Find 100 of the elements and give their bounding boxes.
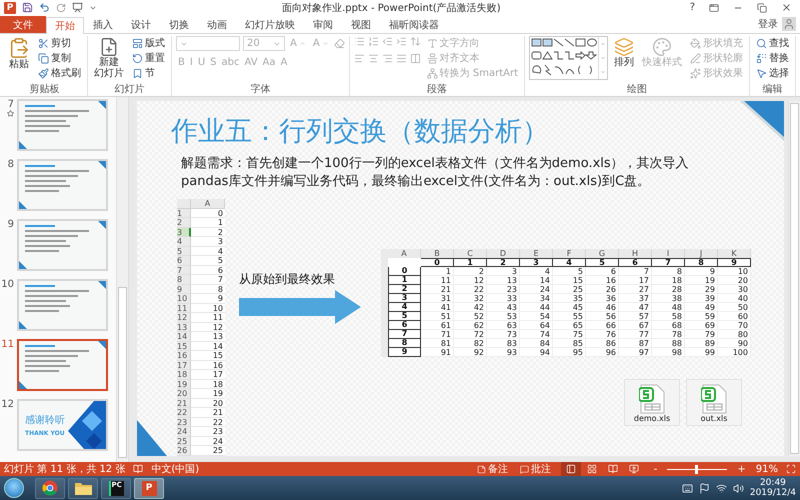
paint-bucket-icon (690, 38, 701, 48)
table-cell: 3 (191, 237, 225, 246)
ribbon-button[interactable]: 复制 (36, 51, 83, 65)
row-header[interactable]: 12 (177, 313, 191, 322)
table-cell: 31 (421, 294, 454, 303)
ribbon-tab[interactable]: 文件 (0, 16, 46, 33)
table-cell: 9 (191, 294, 225, 304)
table-cell: 91 (421, 348, 454, 357)
keyboard-icon (682, 482, 693, 494)
table-header-cell: 8 (685, 258, 718, 267)
row-header[interactable]: 6 (177, 256, 191, 266)
restore-icon (757, 2, 767, 12)
row-header[interactable]: 14 (177, 332, 191, 342)
sparkles-icon (690, 68, 701, 78)
table-cell: 94 (520, 348, 553, 357)
slide-count: 幻灯片 第 11 张，共 12 张 (4, 462, 126, 476)
table-cell: 44 (520, 303, 553, 312)
pen-icon (690, 52, 701, 64)
ribbon-button[interactable]: 查找 (754, 36, 791, 50)
notes-button[interactable]: 备注 (474, 462, 510, 476)
zoom-slider-thumb[interactable] (695, 464, 698, 474)
row-header[interactable]: 22 (177, 408, 191, 418)
table-cell: 46 (586, 303, 619, 312)
sign-in-link[interactable]: 登录 (758, 17, 778, 31)
ribbon-button[interactable]: 格式刷 (36, 66, 83, 80)
save-icon[interactable] (22, 2, 33, 13)
file-item[interactable]: out.xls (686, 379, 742, 426)
group-label: 段落 (426, 84, 448, 96)
help-button[interactable]: ? (686, 0, 699, 14)
comments-button[interactable]: 批注 (518, 462, 553, 476)
scrollbar[interactable] (788, 101, 800, 456)
task-description: 解题需求：首先创建一个100行一列的excel表格文件（文件名为demo.xls），其次导入pandas库文件并编写业务代码，最终输出excel文件(文件名为：out.xls)到C盘。 (181, 155, 690, 191)
row-header[interactable]: 26 (177, 446, 191, 456)
scissors-icon (38, 38, 49, 48)
table-cell: 8 (652, 267, 685, 276)
row-header[interactable]: 2 (177, 218, 191, 228)
column-header: D (487, 249, 520, 258)
ribbon-button[interactable]: 节 (130, 66, 167, 80)
arrange-button[interactable]: 排列 (612, 36, 636, 84)
taskbar-button[interactable] (68, 478, 98, 498)
table-cell: 21 (421, 285, 454, 294)
ribbon-tab[interactable]: 开始 (46, 17, 84, 34)
scroll-up-icon (600, 41, 606, 47)
table-header-cell: 6 (619, 258, 652, 267)
new-slide-button[interactable]: 新建 幻灯片 (92, 36, 126, 84)
column-header: G (586, 249, 619, 258)
row-header[interactable]: 10 (177, 294, 191, 304)
row-label-cell: 0 (388, 267, 421, 276)
ribbon-button[interactable]: 重置 (130, 51, 167, 65)
table-cell: 68 (652, 321, 685, 330)
scrollbar[interactable] (116, 97, 128, 462)
table-cell: 92 (454, 348, 487, 357)
folder-icon (74, 481, 92, 495)
zoom-in-button[interactable]: + (735, 462, 748, 476)
spreadsheet-file-icon (701, 384, 727, 414)
table-cell: 47 (619, 303, 652, 312)
table-cell: 1 (421, 267, 454, 276)
table-cell: 85 (553, 339, 586, 348)
row-header[interactable]: 16 (177, 351, 191, 360)
reading-view-icon (608, 464, 618, 474)
shape-gallery[interactable] (529, 36, 608, 80)
spreadsheet-file-icon (639, 384, 665, 414)
indent-decrease-icon (382, 36, 393, 47)
table-cell: 69 (685, 321, 718, 330)
copy-icon (38, 52, 49, 64)
table-cell: 43 (487, 303, 520, 312)
row-header[interactable]: 18 (177, 370, 191, 380)
zoom-out-button[interactable]: - (652, 462, 660, 476)
row-header[interactable]: 4 (177, 237, 191, 246)
ribbon-button[interactable]: 选择 (754, 66, 791, 80)
row-header[interactable]: 20 (177, 389, 191, 398)
column-header: K (718, 249, 751, 258)
table-header-cell: 7 (652, 258, 685, 267)
view-button[interactable] (560, 462, 581, 476)
table-cell: 22 (454, 285, 487, 294)
ribbon-button[interactable]: 剪切 (36, 36, 83, 50)
row-header[interactable]: 8 (177, 275, 191, 284)
start-button[interactable] (4, 478, 24, 498)
ribbon-button[interactable]: 版式 (130, 36, 167, 50)
table-cell: 51 (421, 312, 454, 321)
taskbar-button[interactable] (35, 478, 65, 498)
paste-button[interactable]: 粘贴 (6, 36, 32, 84)
file-item[interactable]: demo.xls (624, 379, 680, 426)
table-header-cell: 3 (520, 258, 553, 267)
slide-thumbnail[interactable] (17, 339, 108, 391)
replace-icon (756, 52, 767, 64)
row-header[interactable]: 24 (177, 427, 191, 436)
taskbar-button[interactable]: P (134, 478, 164, 498)
presentation-icon[interactable] (72, 2, 83, 13)
arrow-label: 从原始到最终效果 (239, 271, 336, 288)
ribbon-button[interactable]: 替换 (754, 51, 791, 65)
table-cell: 95 (553, 348, 586, 357)
indent-increase-icon (396, 36, 407, 47)
align-right-icon (382, 53, 393, 64)
table-cell: 76 (586, 330, 619, 339)
column-header: C (454, 249, 487, 258)
redo-icon[interactable] (56, 2, 66, 12)
table-cell: 58 (652, 312, 685, 321)
undo-icon[interactable] (39, 2, 50, 13)
network-icon (716, 482, 727, 494)
